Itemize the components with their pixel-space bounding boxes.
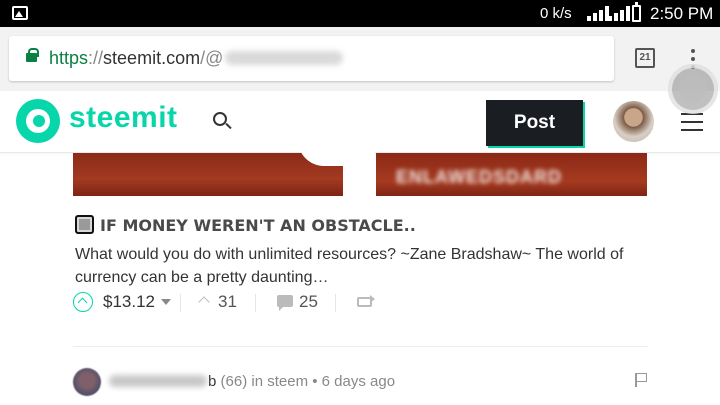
- hamburger-menu-icon[interactable]: [681, 113, 703, 131]
- comment-icon[interactable]: [277, 295, 293, 311]
- battery-icon: [632, 2, 641, 22]
- url-bar[interactable]: https://steemit.com/@: [9, 36, 614, 81]
- post-category[interactable]: in steem: [251, 373, 308, 390]
- post-meta-row: $13.12 31 25: [73, 290, 653, 316]
- status-bar: 0 k/s 2:50 PM: [0, 0, 720, 27]
- next-post-author-row: b (66) in steem • 6 days ago: [73, 368, 653, 398]
- steemit-wordmark[interactable]: steemit: [69, 101, 178, 135]
- touch-indicator: [668, 64, 718, 114]
- upvote-icon[interactable]: [73, 292, 93, 312]
- post-button[interactable]: Post: [486, 100, 583, 146]
- vote-count[interactable]: 31: [218, 292, 237, 312]
- gallery-notification-icon: [12, 6, 28, 20]
- redacted-username: [225, 51, 344, 65]
- tab-switcher-button[interactable]: 21: [635, 48, 655, 68]
- url-text[interactable]: https://steemit.com/@: [49, 48, 344, 69]
- author-line: b (66) in steem • 6 days ago: [109, 373, 395, 390]
- post-age: • 6 days ago: [312, 373, 396, 390]
- signal-strength-icon-2: [608, 5, 634, 21]
- browser-toolbar: https://steemit.com/@ 21: [0, 27, 720, 91]
- clock: 2:50 PM: [650, 4, 714, 23]
- author-name-suffix[interactable]: b: [208, 373, 216, 390]
- redacted-author-name: [109, 375, 207, 387]
- url-host: steemit.com: [103, 48, 201, 68]
- payout-value[interactable]: $13.12: [103, 292, 155, 312]
- image-overlay-blot: [298, 140, 378, 166]
- post-thumbnail-left[interactable]: [73, 153, 343, 196]
- comment-count[interactable]: 25: [299, 292, 318, 312]
- author-avatar[interactable]: [73, 368, 101, 396]
- thumbnail-text: ENLAWEDSDARD: [396, 167, 563, 187]
- square-button-icon: [75, 215, 94, 234]
- network-speed: 0 k/s: [540, 5, 572, 22]
- author-reputation: (66): [220, 373, 248, 390]
- flag-icon[interactable]: [635, 373, 647, 387]
- post-excerpt[interactable]: What would you do with unlimited resourc…: [75, 243, 655, 289]
- url-scheme: https: [49, 48, 89, 68]
- votes-chevron-icon[interactable]: [198, 296, 210, 308]
- meta-divider: [335, 294, 336, 312]
- post-thumbnail-right[interactable]: ENLAWEDSDARD: [376, 153, 647, 196]
- search-icon[interactable]: [213, 112, 227, 126]
- resteem-icon[interactable]: [357, 295, 375, 307]
- post-title-link[interactable]: IF MONEY WEREN'T AN OBSTACLE..: [75, 215, 416, 236]
- user-avatar[interactable]: [613, 101, 654, 142]
- steemit-logo-icon[interactable]: [16, 99, 60, 143]
- url-separator: ://: [88, 48, 104, 68]
- meta-divider: [180, 294, 181, 312]
- url-path-prefix: /@: [200, 48, 224, 68]
- post-title: IF MONEY WEREN'T AN OBSTACLE..: [100, 216, 416, 235]
- secure-lock-icon[interactable]: [26, 48, 39, 62]
- meta-divider: [255, 294, 256, 312]
- feed-divider: [73, 346, 648, 347]
- payout-dropdown-icon[interactable]: [161, 299, 171, 305]
